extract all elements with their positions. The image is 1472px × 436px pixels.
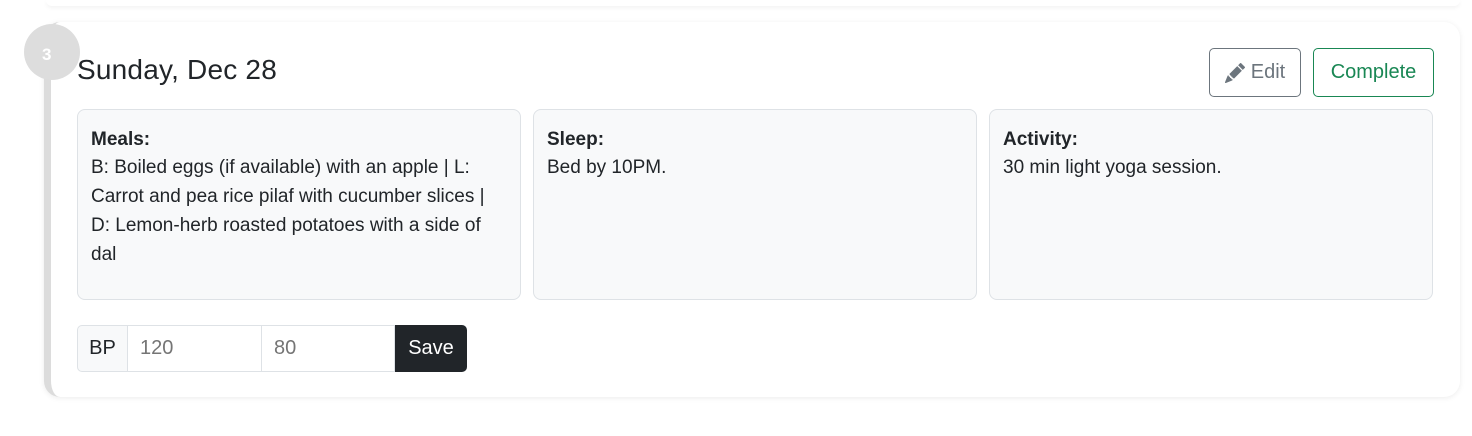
previous-day-card-edge: [46, 0, 1460, 6]
pencil-icon: [1224, 62, 1245, 83]
meals-box: Meals: B: Boiled eggs (if available) wit…: [77, 109, 521, 300]
meals-label: Meals:: [91, 129, 151, 150]
complete-button-label: Complete: [1330, 61, 1417, 83]
edit-button[interactable]: Edit: [1209, 48, 1301, 97]
step-number: 3: [42, 45, 52, 64]
sleep-label: Sleep:: [547, 129, 605, 150]
systolic-input[interactable]: [128, 325, 262, 372]
save-bp-button[interactable]: Save: [395, 325, 467, 372]
diastolic-input[interactable]: [262, 325, 395, 372]
meals-text: B: Boiled eggs (if available) with an ap…: [91, 157, 485, 265]
blood-pressure-input-group: BP Save: [77, 325, 467, 372]
activity-text: 30 min light yoga session.: [1003, 157, 1222, 178]
edit-button-label: Edit: [1250, 61, 1286, 83]
sleep-box: Sleep: Bed by 10PM.: [533, 109, 977, 300]
day-title: Sunday, Dec 28: [77, 54, 277, 85]
sleep-text: Bed by 10PM.: [547, 157, 667, 178]
bp-label: BP: [77, 325, 128, 372]
complete-button[interactable]: Complete: [1313, 48, 1434, 97]
step-number-badge: 3: [24, 24, 80, 80]
activity-box: Activity: 30 min light yoga session.: [989, 109, 1433, 300]
activity-label: Activity:: [1003, 129, 1078, 150]
